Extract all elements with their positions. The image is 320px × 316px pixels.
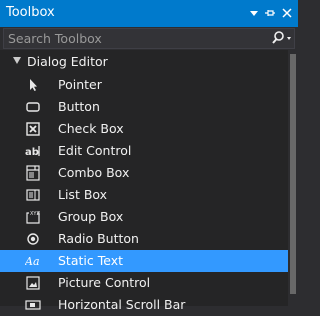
button-icon [25,99,41,115]
svg-text:XYZ: XYZ [30,211,40,217]
edit-control-icon: ab [25,143,41,159]
item-label: Pointer [58,77,102,92]
group-dialog-editor[interactable]: Dialog Editor [0,52,288,72]
expand-arrow-icon[interactable] [13,57,21,64]
window-title: Toolbox [6,5,55,20]
toolbox-item-list-box[interactable]: List Box [0,184,288,206]
chevron-down-icon[interactable] [246,4,262,22]
toolbox-item-static-text[interactable]: Aa Static Text [0,250,288,272]
toolbox-item-combo-box[interactable]: Combo Box [0,162,288,184]
horizontal-scroll-bar-icon [25,297,41,313]
toolbox-item-horizontal-scroll-bar[interactable]: Horizontal Scroll Bar [0,294,288,316]
item-label: Button [58,99,100,114]
pin-icon[interactable] [262,4,278,22]
toolbox-item-picture-control[interactable]: Picture Control [0,272,288,294]
toolbox-item-group-box[interactable]: XYZ Group Box [0,206,288,228]
item-label: Check Box [58,121,124,136]
toolbox-item-pointer[interactable]: Pointer [0,74,288,96]
item-label: Combo Box [58,165,130,180]
toolbox-panel: Dialog Editor Pointer Button Check Box a… [0,50,298,312]
toolbox-item-button[interactable]: Button [0,96,288,118]
item-label: Static Text [58,253,123,268]
search-input[interactable] [8,30,263,47]
search-box[interactable] [3,28,295,49]
group-label: Dialog Editor [27,54,108,69]
toolbox-item-radio-button[interactable]: Radio Button [0,228,288,250]
pointer-icon [25,77,41,93]
item-label: Picture Control [58,275,151,290]
item-label: Horizontal Scroll Bar [58,297,186,312]
scrollbar-thumb[interactable] [290,54,296,294]
toolbox-item-edit-control[interactable]: ab Edit Control [0,140,288,162]
search-icon[interactable] [270,29,294,48]
static-text-icon: Aa [24,253,41,269]
item-label: Edit Control [58,143,132,158]
toolbox-item-check-box[interactable]: Check Box [0,118,288,140]
svg-text:ab: ab [25,147,39,158]
group-box-icon: XYZ [25,209,41,225]
picture-control-icon [25,275,41,291]
item-label: List Box [58,187,108,202]
item-label: Radio Button [58,231,139,246]
vertical-scrollbar[interactable] [288,50,298,306]
radio-button-icon [25,231,41,247]
svg-text:Aa: Aa [25,255,40,268]
toolbox-title-bar[interactable]: Toolbox [0,0,298,27]
close-icon[interactable] [279,4,295,22]
checkbox-icon [25,121,41,137]
item-label: Group Box [58,209,124,224]
combo-box-icon [25,165,41,181]
list-box-icon [25,187,41,203]
